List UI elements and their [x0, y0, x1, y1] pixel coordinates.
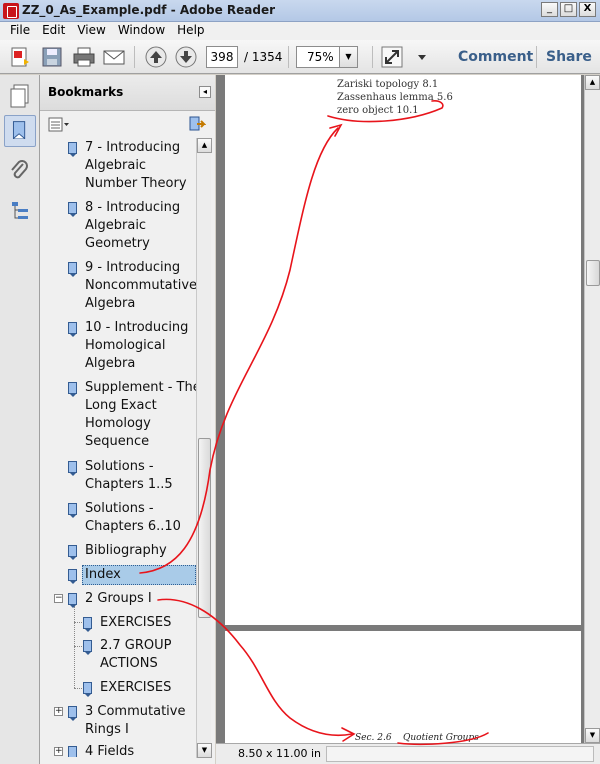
maximize-button[interactable]: □ [560, 2, 577, 17]
bookmark-icon [68, 706, 77, 721]
bookmarks-panel-icon[interactable] [4, 115, 36, 147]
index-entry: Zassenhaus lemma 5.6 [337, 92, 453, 103]
scrollbar-thumb[interactable] [586, 260, 600, 286]
bookmark-icon [68, 593, 77, 608]
comment-button[interactable]: Comment [458, 49, 533, 65]
bookmark-label: Index [85, 567, 121, 582]
horizontal-scrollbar[interactable] [326, 746, 594, 762]
scroll-down-arrow-icon[interactable]: ▼ [197, 743, 212, 758]
next-page-icon[interactable] [174, 45, 198, 69]
save-icon[interactable] [40, 45, 64, 69]
adobe-reader-icon [3, 3, 19, 19]
bookmark-icon [68, 322, 77, 337]
bookmark-icon [83, 617, 92, 632]
bookmarks-header: Bookmarks ◂ [40, 75, 215, 111]
bookmark-label: Solutions - Chapters 6..10 [85, 501, 181, 534]
pdf-page: Sec. 2.6 Quotient Groups [225, 631, 581, 743]
running-header: Sec. 2.6 Quotient Groups [355, 733, 479, 743]
page-size-label: 8.50 x 11.00 in [238, 747, 322, 760]
bookmark-icon [68, 262, 77, 277]
create-pdf-icon[interactable] [8, 45, 32, 69]
page-thumbnails-icon[interactable] [8, 83, 32, 109]
bookmark-icon [68, 569, 77, 584]
bookmark-icon [83, 682, 92, 697]
bookmark-icon [68, 503, 77, 518]
scroll-down-arrow-icon[interactable]: ▼ [585, 728, 600, 743]
bookmark-label: EXERCISES [100, 615, 172, 630]
collapse-panel-button[interactable]: ◂ [199, 86, 211, 98]
menu-edit[interactable]: Edit [36, 22, 71, 40]
email-icon[interactable] [102, 45, 126, 69]
bookmark-icon [68, 746, 77, 757]
options-menu-icon[interactable] [48, 117, 70, 133]
previous-page-icon[interactable] [144, 45, 168, 69]
window-title: ZZ_0_As_Example.pdf - Adobe Reader [22, 3, 276, 17]
bookmark-label: Supplement - The Long Exact Homology Seq… [85, 380, 201, 449]
bookmark-icon [83, 640, 92, 655]
status-bar: 8.50 x 11.00 in [216, 743, 600, 764]
menu-file[interactable]: File [4, 22, 36, 40]
scroll-up-arrow-icon[interactable]: ▲ [585, 75, 600, 90]
fit-window-icon[interactable] [380, 45, 404, 69]
bookmark-icon [68, 382, 77, 397]
navigation-rail [0, 75, 40, 764]
bookmark-icon [68, 142, 77, 157]
bookmarks-title: Bookmarks [48, 85, 124, 99]
expand-current-bookmark-icon[interactable] [188, 115, 207, 133]
pdf-page: Zariski topology 8.1 Zassenhaus lemma 5.… [225, 75, 581, 625]
bookmark-label: 2 Groups I [85, 591, 152, 606]
expand-toggle[interactable]: + [54, 707, 63, 716]
page-total-label: / 1354 [244, 50, 283, 64]
bookmarks-options-bar [40, 112, 215, 138]
bookmark-label: 4 Fields [85, 744, 135, 757]
scroll-up-arrow-icon[interactable]: ▲ [197, 138, 212, 153]
bookmark-label: 3 Commutative Rings I [85, 704, 186, 737]
menu-window[interactable]: Window [112, 22, 171, 40]
bookmark-label: 7 - Introducing Algebraic Number Theory [85, 140, 187, 191]
index-entry: Zariski topology 8.1 [337, 79, 439, 90]
chevron-down-icon[interactable]: ▼ [339, 47, 357, 67]
bookmark-label: 2.7 GROUP ACTIONS [100, 638, 172, 671]
attachments-icon[interactable] [8, 159, 32, 185]
menu-view[interactable]: View [71, 22, 111, 40]
document-view[interactable]: Zariski topology 8.1 Zassenhaus lemma 5.… [216, 75, 584, 743]
menu-bar: File Edit View Window Help [0, 22, 600, 40]
bookmark-icon [68, 202, 77, 217]
zoom-select[interactable]: 75% ▼ [296, 46, 358, 68]
bookmark-label: 9 - Introducing Noncommutative Algebra [85, 260, 198, 311]
index-entry: zero object 10.1 [337, 105, 419, 116]
tree-clip: + 4 Fields [46, 743, 196, 757]
layers-icon[interactable] [8, 199, 32, 225]
bookmarks-scrollbar[interactable]: ▲ ▼ [196, 138, 212, 758]
scrollbar-thumb[interactable] [198, 438, 211, 618]
bookmark-icon [68, 545, 77, 560]
more-tools-chevron-icon[interactable] [410, 45, 426, 69]
zoom-value: 75% [307, 50, 334, 64]
bookmark-label: 8 - Introducing Algebraic Geometry [85, 200, 181, 251]
print-icon[interactable] [72, 45, 96, 69]
close-button[interactable]: X [579, 2, 596, 17]
minimize-button[interactable]: _ [541, 2, 558, 17]
bookmark-label: EXERCISES [100, 680, 172, 695]
bookmark-label: Bibliography [85, 543, 167, 558]
menu-help[interactable]: Help [171, 22, 210, 40]
page-number-input[interactable]: 398 [206, 46, 238, 68]
expand-toggle[interactable]: + [54, 747, 63, 756]
toolbar: 398 / 1354 75% ▼ Comment Share [0, 40, 600, 74]
collapse-toggle[interactable]: − [54, 594, 63, 603]
bookmark-icon [68, 461, 77, 476]
bookmark-label: 10 - Introducing Homological Algebra [85, 320, 189, 371]
title-bar: ZZ_0_As_Example.pdf - Adobe Reader _ □ X [0, 0, 600, 22]
share-button[interactable]: Share [546, 49, 592, 65]
document-scrollbar[interactable]: ▲ ▼ [584, 75, 600, 743]
bookmark-label: Solutions - Chapters 1..5 [85, 459, 173, 492]
